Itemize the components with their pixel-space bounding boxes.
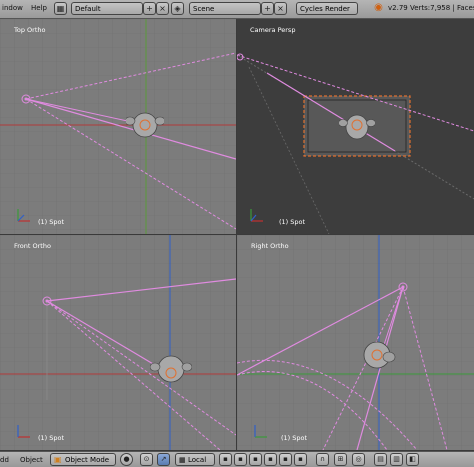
viewport-front-ortho[interactable]: Front Ortho (1) Spot xyxy=(0,235,236,450)
axis-gizmo-shape xyxy=(254,425,267,438)
render-icon[interactable]: ▤ xyxy=(374,453,387,466)
info-header: indow Help ▦ Default + × ◈ Scene + × Cyc… xyxy=(0,0,474,19)
active-object-label: (1) Spot xyxy=(279,218,306,226)
layer-icon[interactable]: ▪ xyxy=(234,453,247,466)
monkey-shape xyxy=(150,355,192,383)
layer-icon[interactable]: ▪ xyxy=(264,453,277,466)
viewport-grid xyxy=(0,19,236,234)
suzanne-camera-mesh[interactable] xyxy=(339,112,375,142)
active-object-label: (1) Spot xyxy=(38,218,65,226)
render-anim-icon[interactable]: ▥ xyxy=(390,453,403,466)
suzanne-mesh[interactable] xyxy=(150,353,192,385)
axis-gizmo-shape xyxy=(17,425,30,438)
shading-icon[interactable]: ● xyxy=(120,453,133,466)
manipulator-icon[interactable]: ↗ xyxy=(157,453,170,466)
menu-help[interactable]: Help xyxy=(31,4,47,12)
viewport-grid xyxy=(0,235,236,450)
blender-logo-icon: ◉ xyxy=(374,2,383,13)
close-scene-icon[interactable]: × xyxy=(274,2,287,15)
scene-stats: Verts:7,958 | Faces: xyxy=(409,4,474,12)
layer-icon[interactable]: ▪ xyxy=(279,453,292,466)
orientation-dropdown[interactable]: ▦ Local xyxy=(175,453,215,466)
orientation-label: Local xyxy=(188,456,207,464)
menu-add[interactable]: dd xyxy=(0,456,9,464)
scene-icon[interactable]: ◈ xyxy=(171,2,184,15)
orientation-icon: ▦ xyxy=(179,456,186,464)
suzanne-mesh[interactable] xyxy=(359,339,397,373)
layer-icon[interactable]: ▪ xyxy=(249,453,262,466)
version-label: v2.79 xyxy=(388,4,408,12)
monkey-shape xyxy=(126,112,164,138)
camera-icon[interactable]: ◧ xyxy=(406,453,419,466)
close-layout-icon[interactable]: × xyxy=(156,2,169,15)
stats-info: v2.79 Verts:7,958 | Faces: xyxy=(388,4,474,12)
mode-label: Object Mode xyxy=(65,456,110,464)
viewport-grid xyxy=(237,235,474,450)
mode-dropdown[interactable]: ▣ Object Mode xyxy=(50,453,116,466)
suzanne-mesh[interactable] xyxy=(126,109,164,139)
snap-icon[interactable]: ⊞ xyxy=(334,453,347,466)
active-object-label: (1) Spot xyxy=(38,434,65,442)
layer-icon[interactable]: ▪ xyxy=(219,453,232,466)
monkey-shape xyxy=(339,114,375,140)
axis-gizmo-shape xyxy=(17,209,30,222)
viewport-label: Right Ortho xyxy=(251,242,289,250)
layout-field[interactable]: Default xyxy=(71,2,143,15)
viewport-label: Front Ortho xyxy=(14,242,51,250)
pivot-icon[interactable]: ⊙ xyxy=(140,453,153,466)
3d-view-header: dd Object ▣ Object Mode ● ⊙ ↗ ▦ Local ▪ … xyxy=(0,451,474,467)
menu-window[interactable]: indow xyxy=(2,4,23,12)
render-engine-dropdown[interactable]: Cycles Render xyxy=(296,2,358,15)
monkey-shape xyxy=(363,341,396,369)
proportional-icon[interactable]: ◎ xyxy=(352,453,365,466)
viewport-label: Top Ortho xyxy=(14,26,46,34)
add-layout-icon[interactable]: + xyxy=(143,2,156,15)
viewport-top-ortho[interactable]: Top Ortho (1) Spot xyxy=(0,19,236,234)
object-mode-icon: ▣ xyxy=(54,455,62,464)
viewport-label: Camera Persp xyxy=(250,26,296,34)
axis-gizmo-shape xyxy=(250,209,263,222)
view-layout-icon[interactable]: ▦ xyxy=(54,2,67,15)
layer-icon[interactable]: ▪ xyxy=(294,453,307,466)
viewport-right-ortho[interactable]: Right Ortho (1) Spot xyxy=(237,235,474,450)
viewport-camera-persp[interactable]: Camera Persp (1) Spot xyxy=(237,19,474,234)
add-scene-icon[interactable]: + xyxy=(261,2,274,15)
active-object-label: (1) Spot xyxy=(281,434,308,442)
magnet-icon[interactable]: ∩ xyxy=(316,453,329,466)
menu-object[interactable]: Object xyxy=(20,456,43,464)
scene-field[interactable]: Scene xyxy=(189,2,261,15)
